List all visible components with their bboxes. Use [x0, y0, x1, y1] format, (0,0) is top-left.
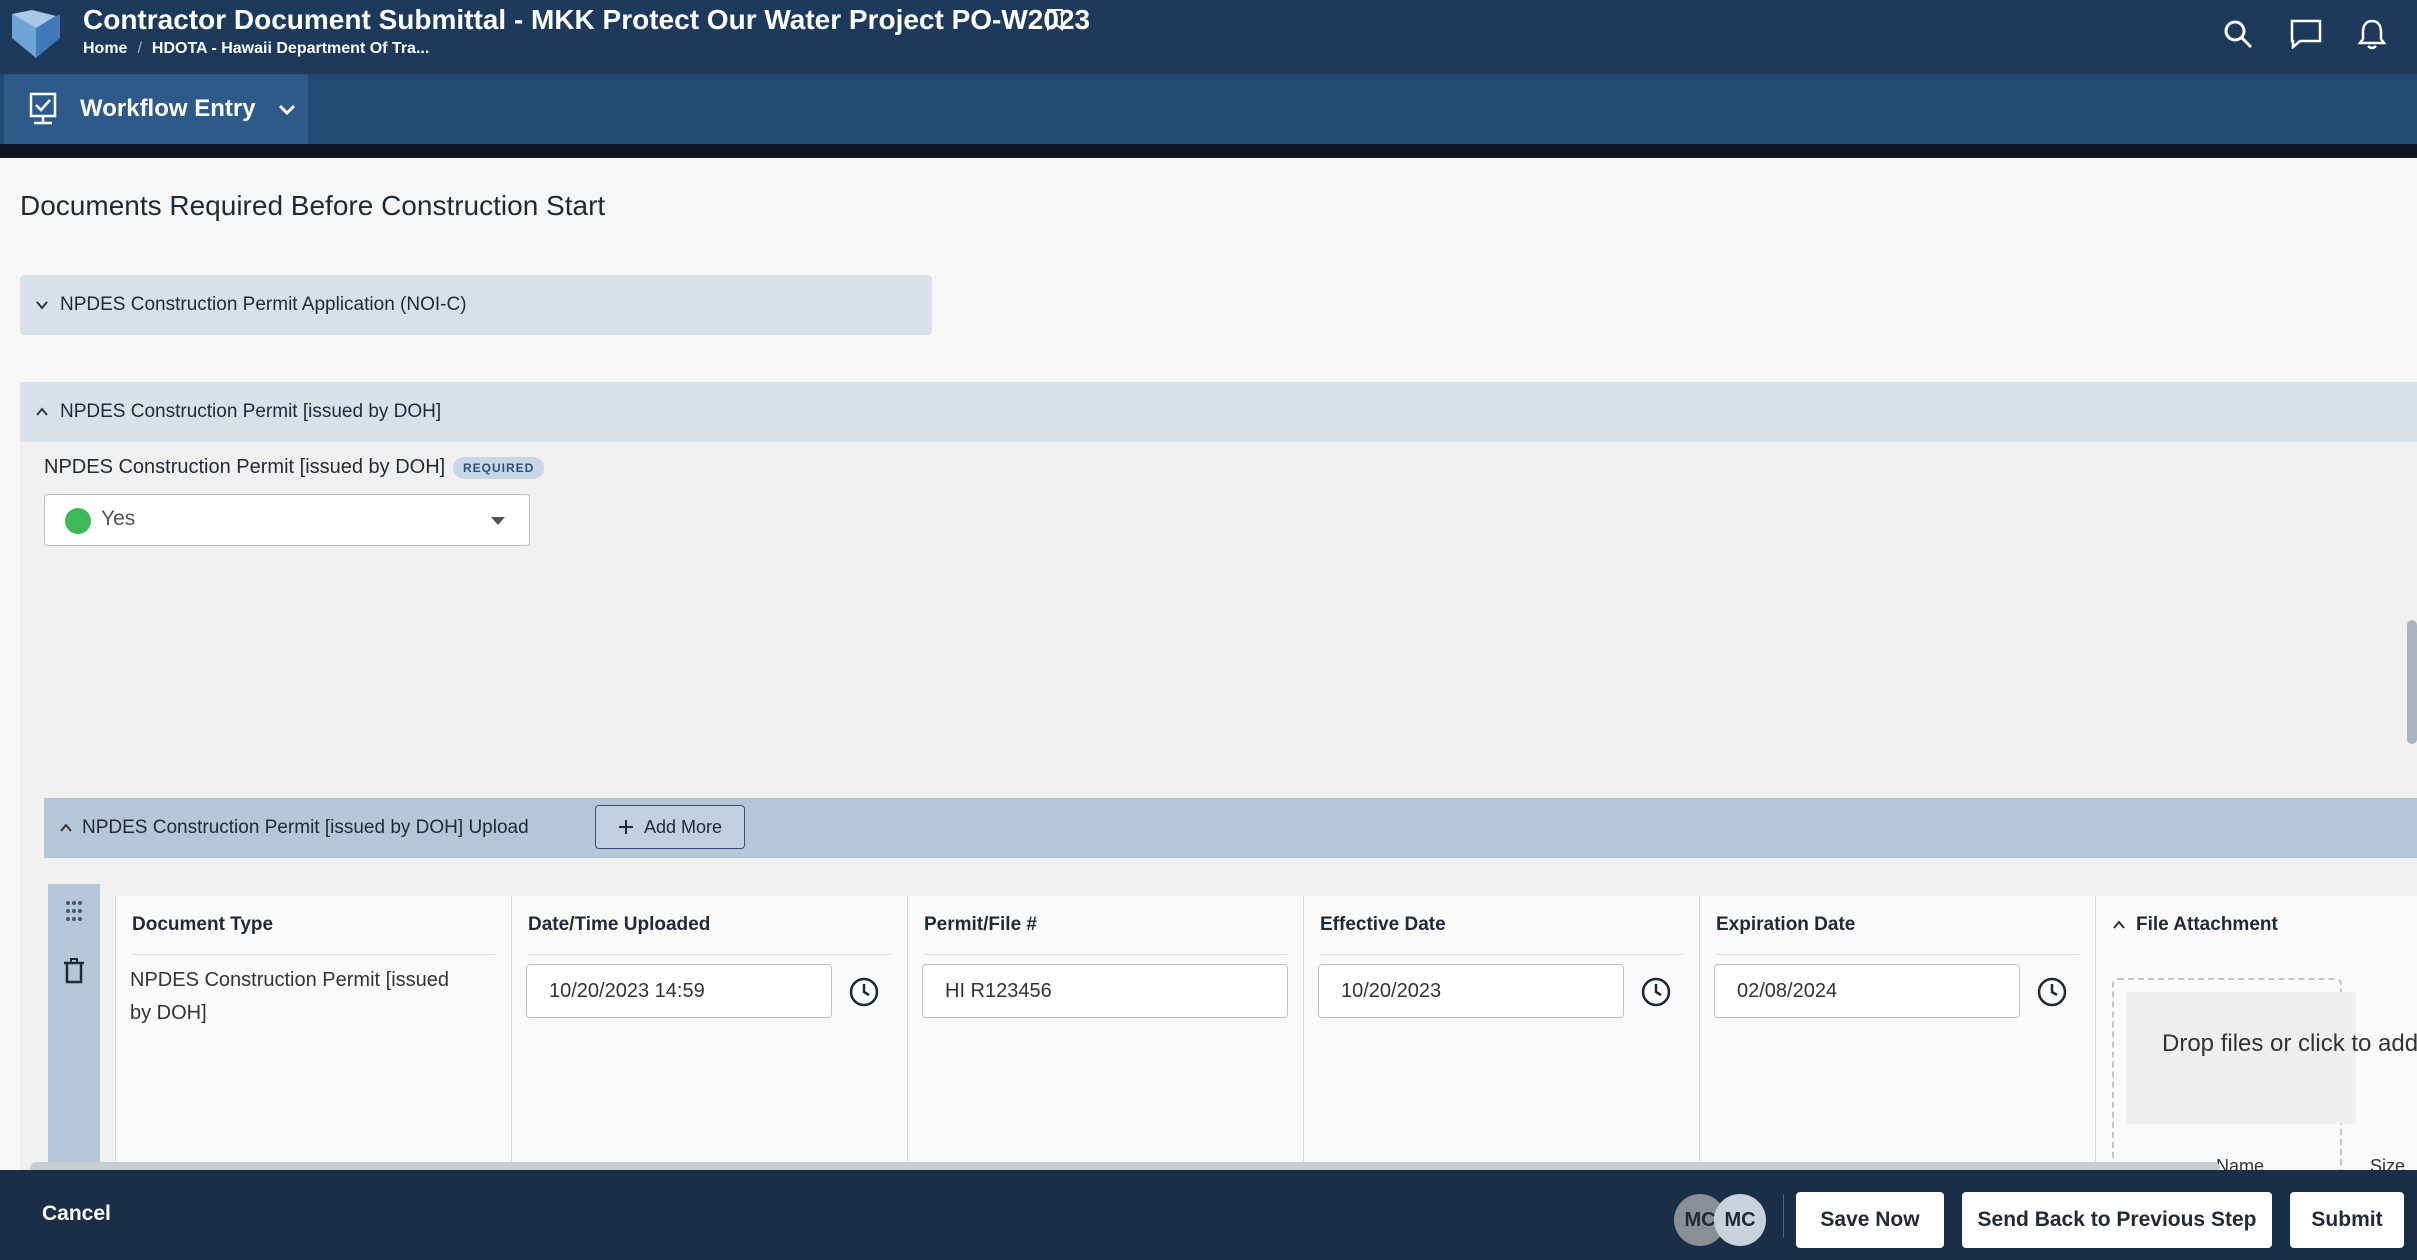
column-header: Effective Date	[1320, 914, 1446, 935]
section-doh-permit-body: NPDES Construction Permit [issued by DOH…	[20, 442, 2417, 1170]
clock-icon[interactable]	[848, 976, 880, 1008]
clock-icon[interactable]	[1640, 976, 1672, 1008]
upload-section-header[interactable]: NPDES Construction Permit [issued by DOH…	[44, 798, 2417, 858]
document-type-cell: NPDES Construction Permit [issued by DOH…	[130, 969, 450, 1024]
breadcrumb: Home / HDOTA - Hawaii Department Of Tra...	[83, 40, 430, 57]
search-icon	[2224, 20, 2253, 49]
column-date-uploaded: Date/Time Uploaded 10/20/2023 14:59	[512, 896, 908, 1170]
column-expiration-date: Expiration Date 02/08/2024	[1700, 896, 2096, 1170]
chevron-down-icon	[36, 301, 48, 310]
bell-icon	[2357, 19, 2387, 50]
send-back-button[interactable]: Send Back to Previous Step	[1962, 1192, 2272, 1248]
expiration-date-input[interactable]: 02/08/2024	[1714, 964, 2020, 1018]
app-logo-icon[interactable]	[10, 8, 62, 60]
app-header: Contractor Document Submittal - MKK Prot…	[0, 0, 2417, 74]
breadcrumb-project[interactable]: HDOTA - Hawaii Department Of Tra...	[152, 40, 429, 57]
date-uploaded-input[interactable]: 10/20/2023 14:59	[526, 964, 832, 1018]
drop-files-text: Drop files or click to add	[2162, 1030, 2417, 1057]
section-doh-permit-header[interactable]: NPDES Construction Permit [issued by DOH…	[20, 382, 2417, 442]
vertical-scrollbar[interactable]	[2407, 620, 2417, 744]
section-noi-c-header[interactable]: NPDES Construction Permit Application (N…	[20, 275, 932, 335]
section-doh-permit-label: NPDES Construction Permit [issued by DOH…	[60, 401, 442, 422]
required-badge: REQUIRED	[453, 457, 545, 479]
row-action-rail	[48, 884, 100, 1170]
submit-button[interactable]: Submit	[2290, 1192, 2404, 1248]
column-header: Date/Time Uploaded	[528, 914, 711, 935]
chat-icon	[2290, 19, 2322, 49]
form-content: Documents Required Before Construction S…	[0, 158, 2417, 1170]
caret-down-icon	[491, 517, 505, 525]
column-header: Permit/File #	[924, 914, 1037, 935]
column-header: Expiration Date	[1716, 914, 1856, 935]
add-more-label: Add More	[643, 816, 723, 837]
file-drop-target[interactable]: Drop files or click to add	[2126, 992, 2417, 1124]
page-title: Contractor Document Submittal - MKK Prot…	[83, 4, 1091, 35]
notifications-button[interactable]	[2352, 14, 2392, 54]
search-button[interactable]	[2218, 14, 2258, 54]
chevron-up-icon	[60, 823, 72, 832]
horizontal-scrollbar[interactable]	[30, 1162, 2220, 1170]
status-dot-icon	[65, 508, 91, 534]
file-dropzone: Drop files or click to add Name Size	[2112, 978, 2417, 1170]
column-document-type: Document Type NPDES Construction Permit …	[116, 896, 512, 1170]
column-permit-number: Permit/File # HI R123456	[908, 896, 1304, 1170]
file-name-header: Name	[2216, 1156, 2265, 1170]
permit-number-input[interactable]: HI R123456	[922, 964, 1288, 1018]
cancel-button[interactable]: Cancel	[42, 1202, 111, 1226]
messages-button[interactable]	[2286, 14, 2326, 54]
chevron-up-icon	[36, 407, 48, 416]
file-attachment-column: File Attachment Drop files or click to a…	[2096, 896, 2417, 1170]
upload-section-label: NPDES Construction Permit [issued by DOH…	[82, 817, 529, 838]
workflow-entry-label: Workflow Entry	[80, 95, 256, 122]
workflow-entry-dropdown[interactable]: Workflow Entry	[4, 74, 308, 144]
chevron-down-icon	[278, 104, 295, 116]
column-effective-date: Effective Date 10/20/2023	[1304, 896, 1700, 1170]
save-now-button[interactable]: Save Now	[1796, 1192, 1944, 1248]
bookmark-icon[interactable]	[1045, 8, 1065, 32]
add-more-button[interactable]: Add More	[595, 805, 745, 849]
avatar[interactable]: MC	[1714, 1194, 1766, 1246]
plus-icon	[618, 820, 633, 834]
upload-table: Document Type NPDES Construction Permit …	[115, 896, 2417, 1170]
form-heading: Documents Required Before Construction S…	[20, 190, 606, 221]
workflow-icon	[29, 92, 57, 125]
file-size-header: Size	[2370, 1156, 2406, 1170]
column-header: Document Type	[132, 914, 274, 935]
workflow-toolbar: Workflow Entry	[0, 74, 2417, 144]
permit-status-select[interactable]: Yes	[44, 494, 530, 546]
permit-status-value: Yes	[101, 507, 136, 530]
clock-icon[interactable]	[2036, 976, 2068, 1008]
trash-icon[interactable]	[62, 958, 86, 984]
effective-date-input[interactable]: 10/20/2023	[1318, 964, 1624, 1018]
section-noi-c-label: NPDES Construction Permit Application (N…	[60, 294, 467, 315]
chevron-up-icon	[2113, 920, 2125, 929]
action-footer: Cancel MC MC Save Now Send Back to Previ…	[0, 1170, 2417, 1260]
file-attachment-label: File Attachment	[2136, 914, 2278, 935]
file-attachment-header[interactable]: File Attachment	[2112, 914, 2278, 936]
breadcrumb-home[interactable]: Home	[83, 40, 127, 57]
drag-handle-icon[interactable]	[62, 898, 86, 924]
toolbar-divider	[0, 144, 2417, 158]
permit-field-label: NPDES Construction Permit [issued by DOH…	[44, 456, 446, 478]
